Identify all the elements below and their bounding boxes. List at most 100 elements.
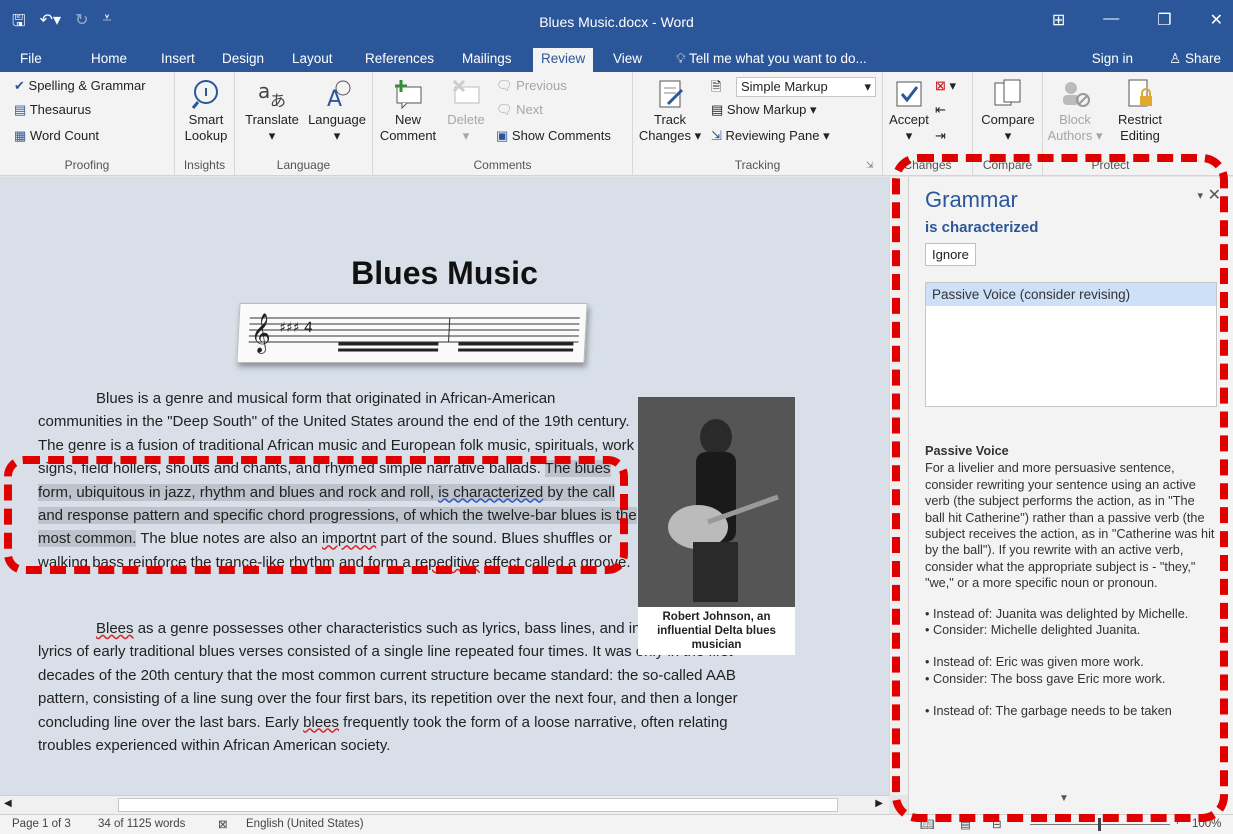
window-title: Blues Music.docx - Word [539, 14, 694, 30]
previous-comment-button[interactable]: 🗨︎ Previous [496, 78, 567, 94]
reviewing-pane-button[interactable]: ⇲ Reviewing Pane ▾ [711, 128, 830, 144]
compare-icon [994, 79, 1021, 106]
next-change-button[interactable]: ⇥ [935, 128, 946, 144]
spelling-error[interactable]: Blees [96, 620, 134, 637]
tab-references[interactable]: References [365, 51, 434, 66]
group-compare: Compare ▾ Compare [973, 72, 1043, 176]
scroll-left-icon[interactable]: ◀ [4, 798, 12, 809]
scroll-right-icon[interactable]: ▶ [875, 798, 883, 809]
next-change-icon: ⇥ [935, 128, 946, 143]
document-canvas[interactable]: Blues Music 𝄞 ♯♯♯ 4 Blues is a genre and… [0, 177, 889, 795]
close-icon[interactable]: ✕ [1210, 10, 1223, 30]
pane-close-icon[interactable]: ✕ [1208, 185, 1221, 205]
group-proofing: ✔ Spelling & Grammar ▤ Thesaurus ▦ Word … [0, 72, 175, 176]
track-changes-button[interactable]: Track Changes ▾ [637, 78, 703, 144]
track-changes-icon [659, 80, 684, 108]
grammar-pane: Grammar ▾ ✕ is characterized Ignore Pass… [908, 177, 1233, 814]
group-label-insights: Insights [183, 158, 226, 172]
restore-icon[interactable]: ❐ [1157, 10, 1171, 30]
music-notes-icon: 𝄞 ♯♯♯ 4 [248, 313, 580, 354]
tell-me-box[interactable]: 💡︎ Tell me what you want to do... [676, 51, 867, 67]
robert-johnson-photo[interactable] [638, 397, 795, 607]
markup-select[interactable]: Simple Markup ▾ [736, 77, 876, 97]
svg-text:𝄞: 𝄞 [250, 313, 272, 354]
book-icon: ▤ [14, 102, 27, 117]
accept-button[interactable]: Accept ▾ [885, 78, 933, 144]
tab-insert[interactable]: Insert [161, 51, 195, 66]
tab-view[interactable]: View [613, 51, 642, 66]
grammar-flagged-text[interactable]: is characterized [438, 484, 543, 501]
svg-text:A: A [327, 87, 342, 110]
compare-button[interactable]: Compare ▾ [977, 78, 1039, 144]
tab-review[interactable]: Review [533, 48, 594, 72]
tab-design[interactable]: Design [222, 51, 264, 66]
restrict-editing-button[interactable]: Restrict Editing [1107, 78, 1173, 144]
count-icon: ▦ [14, 128, 27, 143]
language-status[interactable]: English (United States) [246, 818, 364, 830]
zoom-out-icon[interactable]: − [1016, 816, 1023, 828]
pane-options-icon[interactable]: ▾ [1197, 189, 1203, 202]
translate-button[interactable]: aあ Translate ▾ [241, 78, 303, 144]
zoom-slider-thumb[interactable] [1098, 818, 1101, 831]
sign-in-link[interactable]: Sign in [1092, 51, 1133, 66]
suggestion-item[interactable]: Passive Voice (consider revising) [926, 283, 1216, 306]
dropdown-arrow-icon: ▾ [864, 79, 871, 94]
pane-scroll-down-icon[interactable]: ▼ [1059, 793, 1069, 804]
spelling-error[interactable]: blees [303, 714, 339, 731]
block-authors-button[interactable]: Block Authors ▾ [1047, 78, 1103, 144]
previous-icon: 🗨︎ [496, 78, 513, 93]
spelling-grammar-button[interactable]: ✔ Spelling & Grammar [14, 78, 146, 94]
spelling-error[interactable]: repeditive [415, 554, 480, 571]
group-insights: Smart Lookup Insights [175, 72, 235, 176]
spellcheck-icon: ✔ [14, 78, 25, 93]
tab-mailings[interactable]: Mailings [462, 51, 512, 66]
web-layout-icon[interactable]: ⊟ [992, 817, 1002, 831]
spelling-error[interactable]: importnt [322, 530, 376, 547]
explanation: Passive Voice For a livelier and more pe… [925, 443, 1217, 720]
previous-change-icon: ⇤ [935, 102, 946, 117]
word-count[interactable]: 34 of 1125 words [98, 818, 185, 830]
scroll-thumb[interactable] [118, 798, 838, 812]
svg-text:a: a [258, 79, 270, 103]
next-comment-button[interactable]: 🗨︎ Next [496, 102, 543, 118]
show-markup-button[interactable]: ▤ Show Markup ▾ [711, 102, 817, 118]
ignore-button[interactable]: Ignore [925, 243, 976, 266]
horizontal-scrollbar[interactable]: ◀ ▶ [0, 795, 889, 814]
flagged-phrase: is characterized [925, 219, 1039, 236]
svg-text:あ: あ [270, 91, 286, 110]
music-staff-image: 𝄞 ♯♯♯ 4 [236, 303, 588, 363]
title-bar: 🖫 ↶▾ ↻ ⩡ Blues Music.docx - Word ⊞ — ❐ ✕ [0, 0, 1233, 48]
group-label-tracking: Tracking [734, 158, 781, 172]
delete-comment-button[interactable]: Delete ▾ [439, 78, 493, 144]
zoom-level[interactable]: 100% [1192, 818, 1221, 830]
block-authors-icon [1063, 82, 1090, 107]
group-label-protect: Protect [1091, 158, 1130, 172]
tab-layout[interactable]: Layout [292, 51, 333, 66]
tab-home[interactable]: Home [91, 51, 127, 66]
new-comment-button[interactable]: New Comment [379, 78, 437, 144]
reject-button[interactable]: ⊠ ▾ [935, 78, 956, 94]
previous-change-button[interactable]: ⇤ [935, 102, 946, 118]
minimize-icon[interactable]: — [1103, 10, 1119, 30]
dialog-launcher-icon[interactable]: ⇲ [866, 160, 874, 171]
page-indicator[interactable]: Page 1 of 3 [12, 818, 71, 830]
proofing-status-icon[interactable]: ⊠ [218, 817, 228, 831]
show-comments-button[interactable]: ▣ Show Comments [496, 128, 611, 144]
read-mode-icon[interactable]: 📖︎ [920, 817, 935, 831]
share-button[interactable]: ♙ Share [1169, 51, 1221, 67]
group-label-compare: Compare [982, 158, 1033, 172]
group-protect: Block Authors ▾ Restrict Editing Protect [1043, 72, 1178, 176]
zoom-in-icon[interactable]: + [1174, 816, 1181, 828]
language-button[interactable]: A Language ▾ [305, 78, 369, 144]
ribbon-display-options-icon[interactable]: ⊞ [1052, 10, 1065, 30]
vertical-scrollbar[interactable] [889, 177, 908, 795]
paragraph-1[interactable]: Blues is a genre and musical form that o… [38, 387, 638, 574]
word-count-button[interactable]: ▦ Word Count [14, 128, 99, 144]
print-layout-icon[interactable]: ▤ [960, 817, 971, 831]
smart-lookup-button[interactable]: Smart Lookup [181, 78, 231, 144]
status-bar: Page 1 of 3 34 of 1125 words ⊠ English (… [0, 814, 1233, 834]
person-icon: ♙ [1169, 51, 1185, 66]
lock-document-icon [1128, 79, 1152, 107]
thesaurus-button[interactable]: ▤ Thesaurus [14, 102, 91, 118]
tab-file[interactable]: File [20, 51, 42, 66]
